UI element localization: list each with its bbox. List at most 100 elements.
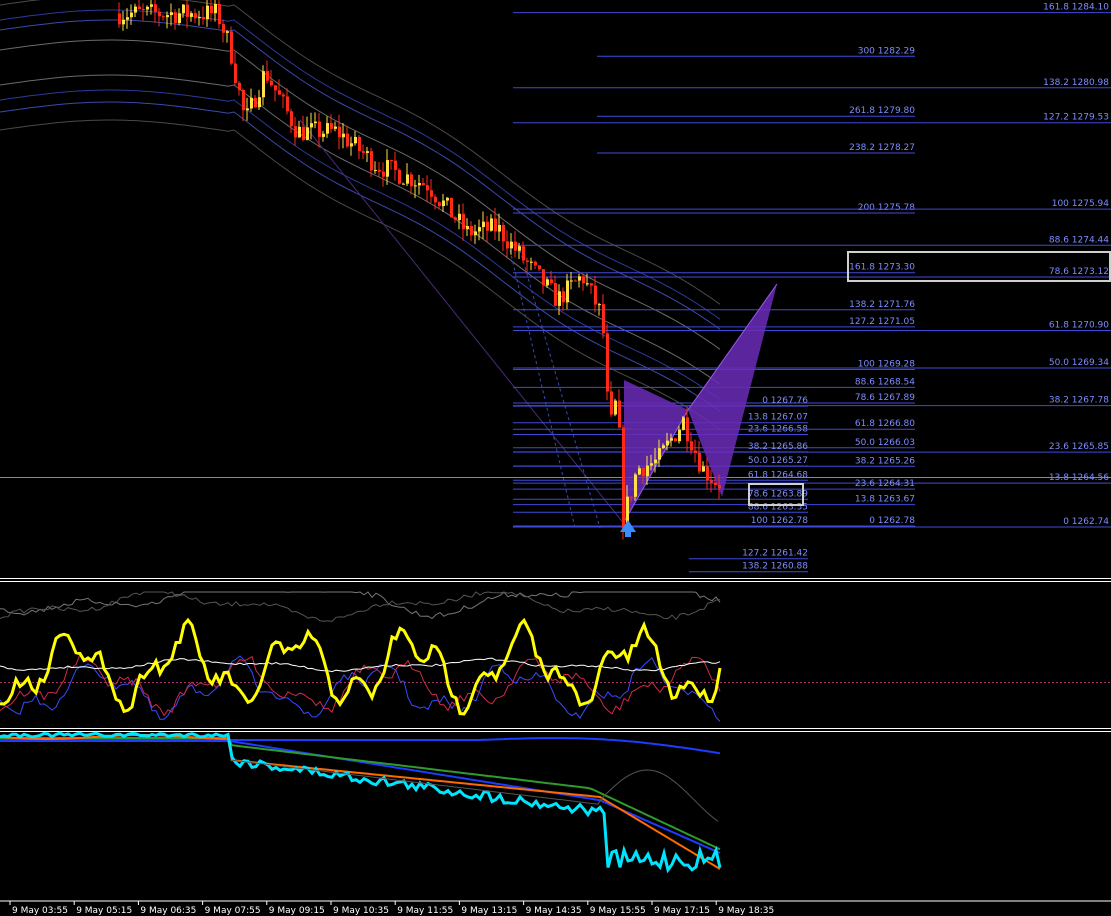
fib-label: 100 1262.78 bbox=[751, 516, 809, 526]
candle-body bbox=[162, 16, 165, 18]
candle-body bbox=[394, 160, 397, 170]
candle-body bbox=[502, 225, 505, 242]
candle-body bbox=[194, 13, 197, 19]
candle-body bbox=[550, 279, 553, 284]
candle-body bbox=[218, 3, 221, 25]
fib-label: 78.6 1267.89 bbox=[855, 393, 915, 403]
fib-label: 50.0 1269.34 bbox=[1049, 358, 1109, 368]
fib-label: 13.8 1263.67 bbox=[855, 495, 915, 505]
candle-body bbox=[310, 123, 313, 128]
candle-body bbox=[702, 466, 705, 472]
fib-label: 261.8 1279.80 bbox=[849, 106, 915, 116]
candle-body bbox=[650, 463, 653, 466]
candle-body bbox=[270, 80, 273, 86]
candle-body bbox=[170, 12, 173, 16]
time-label: 9 May 13:15 bbox=[461, 906, 517, 916]
time-label: 9 May 06:35 bbox=[140, 906, 196, 916]
candle-body bbox=[318, 121, 321, 137]
candle-body bbox=[334, 126, 337, 129]
candle-body bbox=[410, 174, 413, 187]
fib-label: 0 1262.78 bbox=[869, 516, 915, 526]
candle-body bbox=[214, 3, 217, 14]
candle-body bbox=[534, 261, 537, 266]
trading-chart[interactable]: 161.8 1284.10 300 1282.29 138.2 1280.98 261… bbox=[0, 0, 1111, 916]
candle-body bbox=[466, 226, 469, 230]
candle-body bbox=[350, 143, 353, 147]
candle-body bbox=[710, 480, 713, 483]
time-label: 9 May 10:35 bbox=[333, 906, 389, 916]
candle-body bbox=[430, 190, 433, 197]
candle-body bbox=[290, 111, 293, 127]
candle-body bbox=[358, 136, 361, 152]
candle-body bbox=[570, 280, 573, 282]
candle-body bbox=[414, 185, 417, 187]
candle-body bbox=[438, 202, 441, 207]
candle-body bbox=[158, 11, 161, 17]
candle-body bbox=[286, 96, 289, 112]
candle-body bbox=[398, 169, 401, 184]
fib-label: 238.2 1278.27 bbox=[849, 143, 915, 153]
candle-body bbox=[166, 15, 169, 18]
candle-body bbox=[498, 225, 501, 232]
candle-body bbox=[378, 169, 381, 172]
fib-label: 78.6 1263.89 bbox=[748, 489, 808, 499]
candle-body bbox=[182, 4, 185, 14]
candle-body bbox=[618, 400, 621, 428]
fib-label: 38.2 1265.26 bbox=[855, 456, 915, 466]
candle-body bbox=[546, 279, 549, 286]
time-label: 9 May 15:55 bbox=[590, 906, 646, 916]
candle-body bbox=[262, 71, 265, 98]
candle-body bbox=[646, 465, 649, 477]
candle-body bbox=[234, 63, 237, 83]
candle-body bbox=[542, 269, 545, 286]
candle-body bbox=[242, 90, 245, 111]
candle-body bbox=[254, 97, 257, 108]
candle-body bbox=[426, 185, 429, 191]
candle-body bbox=[258, 97, 261, 108]
candle-body bbox=[678, 429, 681, 442]
time-label: 9 May 07:55 bbox=[205, 906, 261, 916]
candle-body bbox=[598, 304, 601, 306]
candle-body bbox=[674, 438, 677, 442]
candle-body bbox=[670, 438, 673, 441]
candle-body bbox=[422, 183, 425, 186]
candle-body bbox=[690, 441, 693, 451]
candle-body bbox=[314, 121, 317, 124]
candle-body bbox=[226, 31, 229, 33]
fib-label: 38.2 1265.86 bbox=[748, 442, 808, 452]
candle-body bbox=[586, 283, 589, 285]
candle-body bbox=[654, 459, 657, 464]
candle-body bbox=[206, 5, 209, 20]
candle-body bbox=[530, 261, 533, 263]
candle-body bbox=[326, 123, 329, 134]
candle-body bbox=[470, 226, 473, 236]
candle-body bbox=[210, 5, 213, 14]
candle-body bbox=[522, 246, 525, 261]
candle-body bbox=[514, 241, 517, 251]
fib-label: 0 1262.74 bbox=[1063, 517, 1109, 527]
candle-body bbox=[494, 218, 497, 232]
candle-body bbox=[614, 400, 617, 415]
candle-body bbox=[138, 6, 141, 9]
fib-label: 127.2 1279.53 bbox=[1043, 113, 1109, 123]
candle-body bbox=[474, 231, 477, 236]
candle-body bbox=[238, 82, 241, 91]
fib-label: 23.6 1264.31 bbox=[855, 479, 915, 489]
candle-body bbox=[526, 260, 529, 262]
candle-body bbox=[606, 333, 609, 392]
candle-body bbox=[222, 24, 225, 33]
candle-body bbox=[706, 466, 709, 481]
candle-body bbox=[694, 450, 697, 453]
candle-body bbox=[402, 183, 405, 185]
fib-label: 138.2 1271.76 bbox=[849, 300, 915, 310]
candle-body bbox=[602, 304, 605, 334]
fib-label: 61.8 1264.68 bbox=[748, 470, 808, 480]
candle-body bbox=[406, 174, 409, 184]
candle-body bbox=[146, 6, 149, 10]
candle-body bbox=[590, 283, 593, 286]
candle-body bbox=[434, 196, 437, 203]
candle-body bbox=[638, 468, 641, 475]
fib-label: 127.2 1271.05 bbox=[849, 317, 915, 327]
candle-body bbox=[362, 151, 365, 153]
fib-label: 127.2 1261.42 bbox=[742, 549, 808, 559]
